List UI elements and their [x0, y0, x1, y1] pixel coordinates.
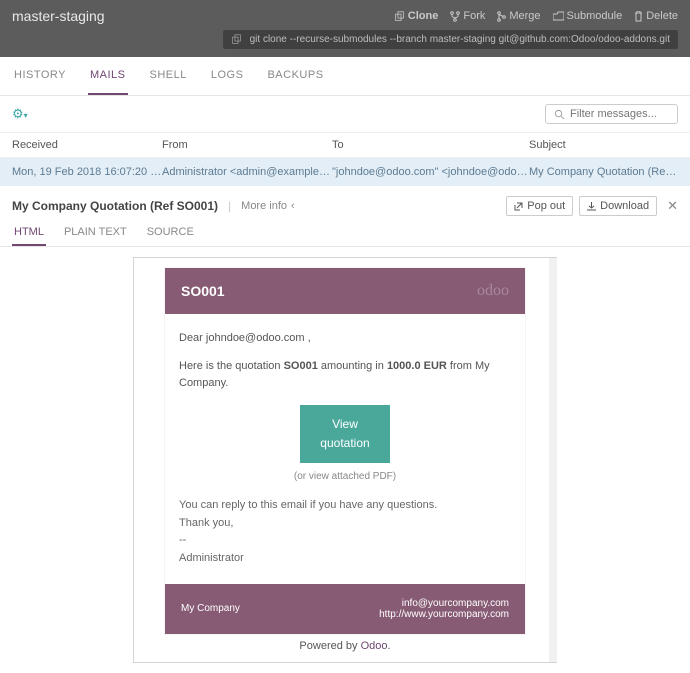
mail-preview-frame: SO001 odoo Dear johndoe@odoo.com , Here …	[133, 257, 557, 663]
tab-backups[interactable]: BACKUPS	[265, 57, 325, 95]
trash-icon	[634, 11, 643, 22]
copy-icon[interactable]	[231, 34, 242, 45]
view-quotation-button[interactable]: View quotation	[300, 405, 390, 463]
search-icon	[554, 109, 565, 120]
submodule-icon	[553, 11, 564, 21]
col-subject[interactable]: Subject	[529, 139, 678, 151]
search-input[interactable]	[570, 108, 669, 120]
main-nav: HISTORY MAILS SHELL LOGS BACKUPS	[0, 57, 690, 96]
popout-icon	[514, 202, 523, 211]
col-from[interactable]: From	[162, 139, 332, 151]
email-greeting: Dear johndoe@odoo.com ,	[179, 330, 511, 348]
email-footer: My Company info@yourcompany.com http://w…	[165, 584, 525, 634]
clone-action[interactable]: Clone	[394, 10, 439, 22]
email-order-ref: SO001	[181, 283, 225, 299]
cell-received: Mon, 19 Feb 2018 16:07:20 -0000	[12, 166, 162, 178]
close-button[interactable]: ✕	[667, 198, 678, 214]
powered-by: Powered by Odoo.	[144, 634, 546, 652]
footer-company: My Company	[181, 603, 240, 614]
delete-action[interactable]: Delete	[634, 10, 678, 22]
more-info-toggle[interactable]: More info ‹	[241, 200, 295, 212]
tab-html[interactable]: HTML	[12, 220, 46, 246]
git-clone-text: git clone --recurse-submodules --branch …	[250, 34, 670, 45]
cell-subject: My Company Quotation (Ref SO001)	[529, 166, 678, 178]
chevron-left-icon: ‹	[291, 200, 295, 212]
tab-history[interactable]: HISTORY	[12, 57, 68, 95]
message-title: My Company Quotation (Ref SO001)	[12, 199, 218, 213]
odoo-link[interactable]: Odoo	[361, 640, 388, 652]
fork-icon	[450, 11, 460, 22]
fork-action[interactable]: Fork	[450, 10, 485, 22]
col-to[interactable]: To	[332, 139, 529, 151]
clone-icon	[394, 11, 405, 22]
top-actions: Clone Fork Merge Submodule Delete	[394, 10, 678, 22]
gear-dropdown[interactable]: ⚙▾	[12, 106, 28, 122]
tab-mails[interactable]: MAILS	[88, 57, 128, 95]
merge-action[interactable]: Merge	[497, 10, 540, 22]
footer-email: info@yourcompany.com	[379, 598, 509, 609]
cell-from: Administrator <admin@example.com>	[162, 166, 332, 178]
email-dashes: --	[179, 532, 511, 550]
cell-to: "johndoe@odoo.com" <johndoe@odoo.com>	[332, 166, 529, 178]
col-received[interactable]: Received	[12, 139, 162, 151]
attached-pdf-note: (or view attached PDF)	[179, 469, 511, 485]
mail-grid-header: Received From To Subject	[0, 133, 690, 158]
tab-shell[interactable]: SHELL	[148, 57, 189, 95]
branch-name: master-staging	[12, 8, 105, 24]
submodule-action[interactable]: Submodule	[553, 10, 623, 22]
tab-logs[interactable]: LOGS	[209, 57, 246, 95]
footer-web: http://www.yourcompany.com	[379, 609, 509, 620]
email-header: SO001 odoo	[165, 268, 525, 314]
merge-icon	[497, 11, 506, 22]
tab-plain[interactable]: PLAIN TEXT	[62, 220, 129, 246]
email-intro: Here is the quotation SO001 amounting in…	[179, 358, 511, 393]
popout-button[interactable]: Pop out	[506, 196, 573, 216]
scrollbar[interactable]	[549, 258, 557, 662]
git-clone-command[interactable]: git clone --recurse-submodules --branch …	[223, 30, 678, 49]
download-icon	[587, 202, 596, 211]
tab-source[interactable]: SOURCE	[145, 220, 196, 246]
download-button[interactable]: Download	[579, 196, 657, 216]
email-thanks: Thank you,	[179, 515, 511, 533]
search-box[interactable]	[545, 104, 678, 124]
table-row[interactable]: Mon, 19 Feb 2018 16:07:20 -0000 Administ…	[0, 158, 690, 186]
view-tabs: HTML PLAIN TEXT SOURCE	[0, 220, 690, 247]
odoo-logo: odoo	[477, 282, 509, 300]
email-reply-note: You can reply to this email if you have …	[179, 497, 511, 515]
email-signer: Administrator	[179, 550, 511, 568]
